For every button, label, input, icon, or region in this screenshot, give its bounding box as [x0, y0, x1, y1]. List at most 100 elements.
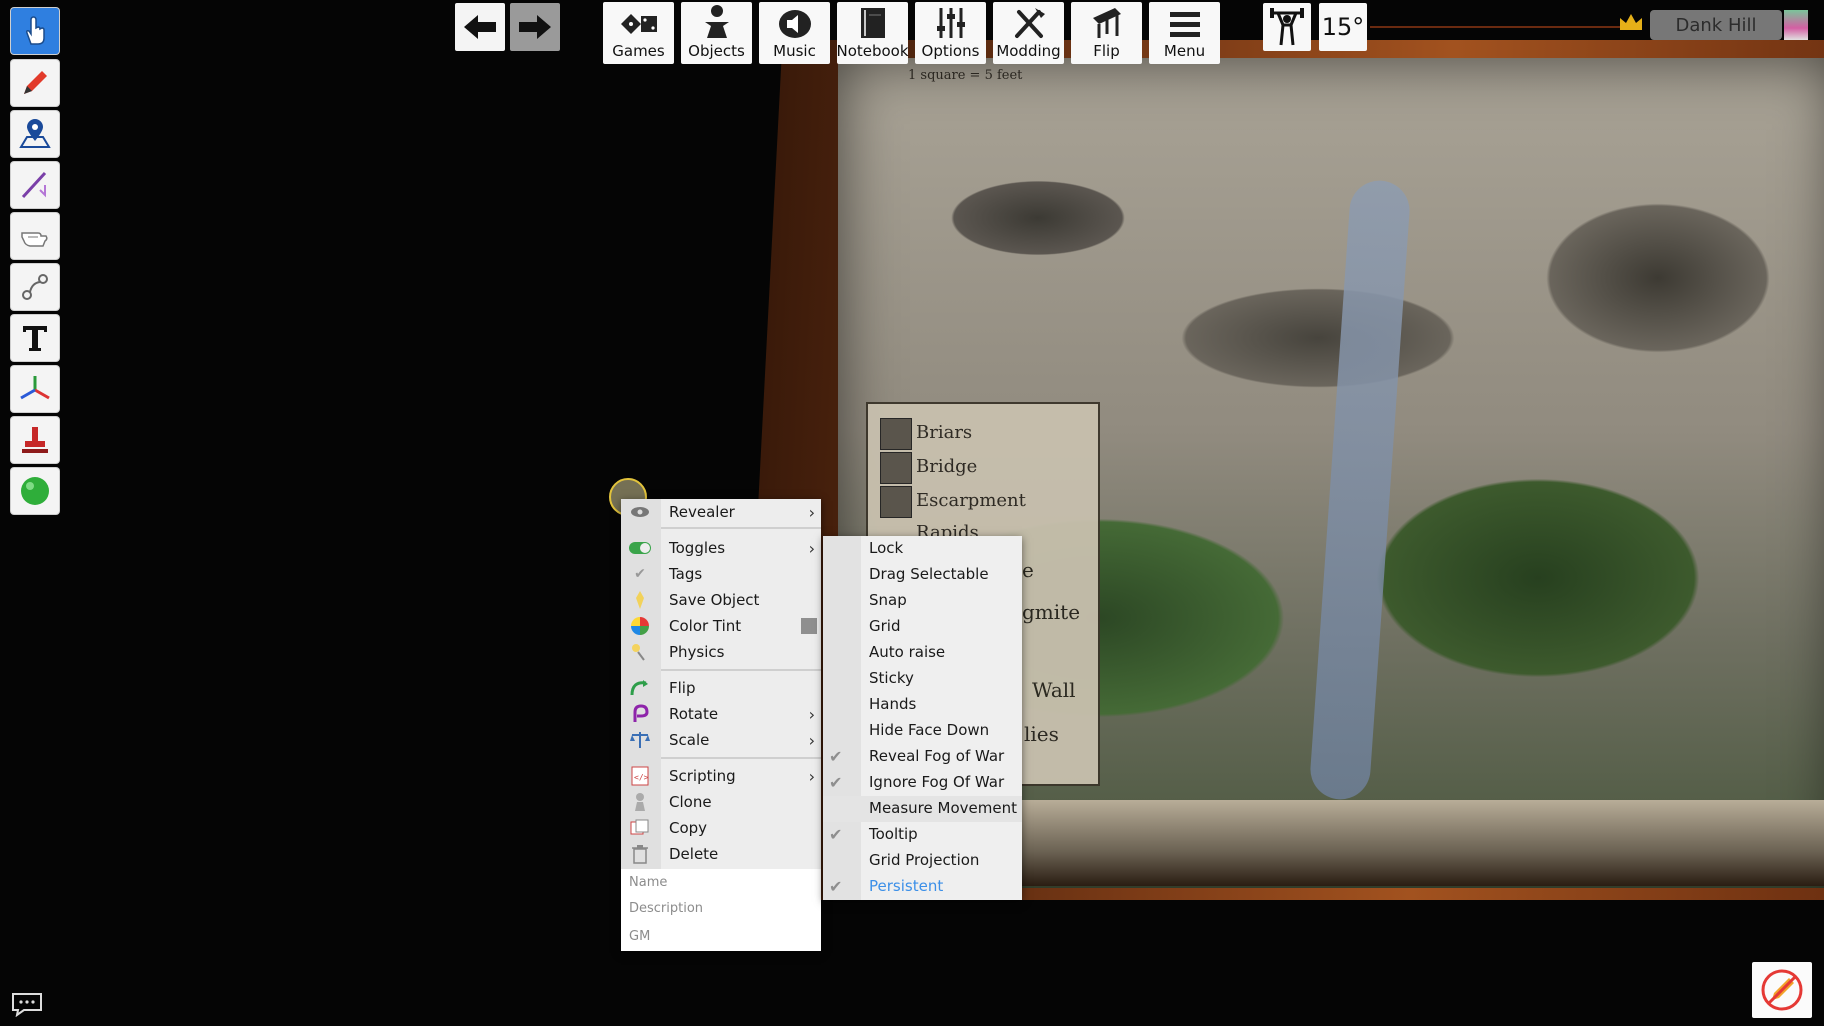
toggle-tooltip[interactable]: ✔ Tooltip: [823, 822, 1022, 848]
toggle-icon: [629, 542, 651, 554]
menu-item-tags[interactable]: ✔ Tags: [621, 561, 821, 587]
chat-bubble-icon[interactable]: [10, 991, 44, 1017]
text-tool-button[interactable]: [11, 315, 59, 361]
stamp-tool-button[interactable]: [11, 417, 59, 463]
toggle-label: Hide Face Down: [869, 721, 990, 739]
toggles-submenu: Lock Drag Selectable Snap Grid Auto rais…: [823, 536, 1022, 900]
object-gm-notes-field[interactable]: GM: [629, 929, 650, 944]
toggle-persistent[interactable]: ✔ Persistent: [823, 874, 1022, 900]
menu-divider: [661, 527, 821, 529]
menu-item-delete[interactable]: Delete: [621, 841, 821, 867]
objects-button[interactable]: Objects: [681, 2, 752, 64]
no-edit-toggle-button[interactable]: [1752, 962, 1812, 1018]
weightlifter-icon: [1270, 8, 1304, 46]
menu-item-toggles[interactable]: Toggles ›: [621, 535, 821, 561]
grab-tool-button[interactable]: [11, 8, 59, 54]
music-label: Music: [773, 42, 816, 60]
hamburger-icon: [1169, 12, 1200, 37]
undo-button[interactable]: [455, 3, 505, 51]
games-button[interactable]: Games: [603, 2, 674, 64]
menu-item-label: Delete: [669, 845, 719, 863]
legend-fragment: lies: [1024, 722, 1059, 746]
chevron-right-icon: ›: [808, 704, 815, 724]
flick-tool-button[interactable]: [11, 213, 59, 259]
menu-item-scripting[interactable]: </> Scripting ›: [621, 763, 821, 789]
chevron-right-icon: ›: [808, 730, 815, 750]
object-name-field[interactable]: Name: [629, 875, 667, 890]
menu-item-label: Rotate: [669, 705, 719, 723]
arrow-left-icon: [464, 15, 496, 39]
menu-item-label: Tags: [669, 565, 703, 583]
toggle-lock[interactable]: Lock: [823, 536, 1022, 562]
menu-item-rotate[interactable]: Rotate ›: [621, 701, 821, 727]
save-object-icon: [636, 591, 644, 609]
gizmo-icon: [20, 376, 50, 400]
menu-item-flip[interactable]: Flip: [621, 675, 821, 701]
object-description-field[interactable]: Description: [629, 901, 703, 916]
games-label: Games: [612, 42, 665, 60]
modding-button[interactable]: Modding: [993, 2, 1064, 64]
menu-item-scale[interactable]: Scale ›: [621, 727, 821, 753]
music-button[interactable]: Music: [759, 2, 830, 64]
menu-label: Menu: [1163, 42, 1206, 60]
pen-tool-button[interactable]: [11, 60, 59, 106]
toggle-hands[interactable]: Hands: [823, 692, 1022, 718]
legend-fragment: e: [1022, 558, 1034, 582]
redo-button[interactable]: [510, 3, 560, 51]
menu-item-label: Copy: [669, 819, 708, 837]
flip-table-button[interactable]: Flip: [1071, 2, 1142, 64]
toggle-ignore-fog-of-war[interactable]: ✔ Ignore Fog Of War: [823, 770, 1022, 796]
joint-tool-button[interactable]: [11, 264, 59, 310]
rotation-snap-button[interactable]: 15°: [1319, 3, 1367, 51]
line-tool-button[interactable]: [11, 162, 59, 208]
pawn-icon: [704, 5, 729, 38]
options-button[interactable]: Options: [915, 2, 986, 64]
menu-item-save-object[interactable]: Save Object: [621, 587, 821, 613]
checkmark-icon: ✔: [829, 773, 843, 792]
toggle-drag-selectable[interactable]: Drag Selectable: [823, 562, 1022, 588]
menu-item-physics[interactable]: Physics: [621, 639, 821, 665]
menu-divider: [661, 669, 821, 671]
toggle-snap[interactable]: Snap: [823, 588, 1022, 614]
sliders-icon: [936, 8, 965, 38]
toggle-measure-movement[interactable]: Measure Movement: [823, 796, 1022, 822]
notebook-label: Notebook: [836, 42, 909, 60]
menu-item-color-tint[interactable]: Color Tint: [621, 613, 821, 639]
toggle-grid-projection[interactable]: Grid Projection: [823, 848, 1022, 874]
toggle-auto-raise[interactable]: Auto raise: [823, 640, 1022, 666]
menu-divider: [661, 757, 821, 759]
gizmo-tool-button[interactable]: [11, 366, 59, 412]
scale-icon: [630, 732, 650, 748]
table-flip-icon: [1092, 8, 1121, 38]
physics-icon: [632, 644, 645, 661]
legend-item: Briars: [916, 422, 973, 443]
toggle-grid[interactable]: Grid: [823, 614, 1022, 640]
toggle-label: Measure Movement: [869, 799, 1017, 817]
menu-item-revealer[interactable]: Revealer ›: [621, 499, 821, 525]
notebook-button[interactable]: Notebook: [836, 2, 909, 64]
toggle-label: Reveal Fog of War: [869, 747, 1005, 765]
toggle-reveal-fog-of-war[interactable]: ✔ Reveal Fog of War: [823, 744, 1022, 770]
menu-item-copy[interactable]: Copy: [621, 815, 821, 841]
menu-item-clone[interactable]: Clone: [621, 789, 821, 815]
color-tint-swatch[interactable]: [801, 618, 817, 634]
toggle-sticky[interactable]: Sticky: [823, 666, 1022, 692]
pointer-tool-button[interactable]: [11, 111, 59, 157]
copy-icon: [630, 819, 649, 835]
player-name-badge[interactable]: Dank Hill: [1650, 10, 1782, 40]
menu-item-label: Clone: [669, 793, 712, 811]
rotation-value: 15°: [1321, 13, 1365, 41]
toggle-label: Grid Projection: [869, 851, 980, 869]
toggle-label: Ignore Fog Of War: [869, 773, 1005, 791]
player-avatar[interactable]: [1784, 10, 1808, 40]
lift-height-button[interactable]: [1263, 3, 1311, 51]
menu-button[interactable]: Menu: [1149, 2, 1220, 64]
color-ball-button[interactable]: [11, 468, 59, 514]
chevron-right-icon: ›: [808, 766, 815, 786]
checkmark-icon: ✔: [829, 747, 843, 766]
objects-label: Objects: [688, 42, 745, 60]
table-edge: [1020, 800, 1824, 886]
toggle-hide-face-down[interactable]: Hide Face Down: [823, 718, 1022, 744]
joint-icon: [22, 274, 48, 300]
toggle-label: Tooltip: [869, 825, 918, 843]
